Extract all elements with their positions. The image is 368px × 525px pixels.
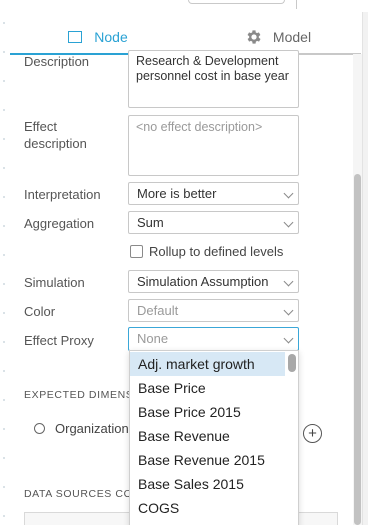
gutter-dot — [3, 167, 5, 169]
simulation-value: Simulation Assumption — [137, 274, 269, 289]
effect-proxy-dropdown: Adj. market growth Base Price Base Price 2… — [129, 350, 299, 525]
gutter-dot — [3, 225, 5, 227]
dropdown-option[interactable]: Adj. market growth — [130, 352, 285, 376]
aggregation-label: Aggregation — [24, 216, 95, 231]
gutter-dot — [3, 486, 5, 488]
gutter-dot — [3, 312, 5, 314]
chevron-down-icon — [283, 333, 294, 344]
tab-node-label: Node — [94, 29, 128, 45]
right-edge — [362, 12, 368, 525]
effect-proxy-value[interactable]: None — [137, 331, 168, 346]
organization-label[interactable]: Organization — [55, 421, 129, 436]
organization-radio[interactable] — [34, 423, 45, 434]
dropdown-option[interactable]: Base Revenue 2015 — [130, 448, 285, 472]
chevron-down-icon — [283, 188, 294, 199]
chevron-down-icon — [283, 276, 294, 287]
aggregation-select[interactable]: Sum — [128, 211, 299, 234]
gutter-dot — [3, 515, 5, 517]
plus-icon: + — [308, 425, 317, 442]
panel-scrollbar-thumb[interactable] — [354, 174, 361, 525]
gutter-dot — [3, 138, 5, 140]
effect-description-label: Effect description — [24, 119, 87, 151]
gutter-dot — [3, 51, 5, 53]
interpretation-value: More is better — [137, 186, 217, 201]
dropdown-option[interactable]: Base Price 2015 — [130, 400, 285, 424]
gutter-dot — [3, 109, 5, 111]
gutter-dot — [3, 254, 5, 256]
top-control-remnant — [188, 0, 285, 4]
effect-proxy-select[interactable]: None — [128, 327, 299, 351]
gutter-dot — [3, 341, 5, 343]
dropdown-option[interactable]: COGS — [130, 496, 285, 520]
node-icon — [68, 31, 83, 43]
rollup-row: Rollup to defined levels — [130, 244, 283, 259]
gutter-dot — [3, 196, 5, 198]
panel-scrollbar[interactable] — [353, 54, 362, 525]
top-separator — [296, 0, 297, 9]
interpretation-label: Interpretation — [24, 187, 101, 202]
description-label: Description — [24, 54, 90, 69]
color-value: Default — [137, 303, 179, 318]
dropdown-option[interactable]: Base Price — [130, 376, 285, 400]
simulation-label: Simulation — [24, 275, 85, 290]
dropdown-scrollbar-thumb[interactable] — [288, 354, 296, 372]
simulation-select[interactable]: Simulation Assumption — [128, 270, 299, 293]
chevron-down-icon — [283, 305, 294, 316]
aggregation-value: Sum — [137, 215, 164, 230]
organization-row: Organization — [34, 421, 129, 436]
top-strip — [0, 0, 368, 12]
description-field[interactable]: Research & Development personnel cost in… — [128, 50, 299, 108]
interpretation-select[interactable]: More is better — [128, 182, 299, 205]
data-sources-heading: DATA SOURCES CO — [24, 488, 133, 500]
tab-model-label: Model — [272, 29, 312, 45]
effect-description-field[interactable]: <no effect description> — [128, 115, 299, 176]
gutter-dot — [3, 370, 5, 372]
dropdown-option[interactable]: Base Revenue — [130, 424, 285, 448]
dropdown-scrollbar[interactable] — [288, 354, 296, 525]
gutter-dot — [3, 399, 5, 401]
expected-dimensions-heading: EXPECTED DIMENS — [24, 389, 134, 401]
tab-model[interactable]: Model — [195, 20, 361, 55]
gutter-dot — [3, 457, 5, 459]
dropdown-list: Adj. market growth Base Price Base Price 2… — [130, 352, 285, 520]
gear-icon — [247, 30, 261, 44]
effect-proxy-label: Effect Proxy — [24, 333, 94, 348]
chevron-down-icon — [283, 217, 294, 228]
dropdown-option[interactable]: Base Sales 2015 — [130, 472, 285, 496]
gutter-dot — [3, 22, 5, 24]
panel-tabs: Node Model — [10, 20, 361, 55]
add-dimension-button[interactable]: + — [303, 424, 322, 443]
gutter-dot — [3, 428, 5, 430]
gutter-dot — [3, 283, 5, 285]
color-label: Color — [24, 304, 56, 319]
left-gutter — [0, 12, 8, 525]
rollup-checkbox[interactable] — [130, 245, 143, 258]
color-select[interactable]: Default — [128, 299, 299, 322]
rollup-label[interactable]: Rollup to defined levels — [149, 244, 283, 259]
gutter-dot — [3, 80, 5, 82]
tab-node[interactable]: Node — [10, 20, 186, 55]
